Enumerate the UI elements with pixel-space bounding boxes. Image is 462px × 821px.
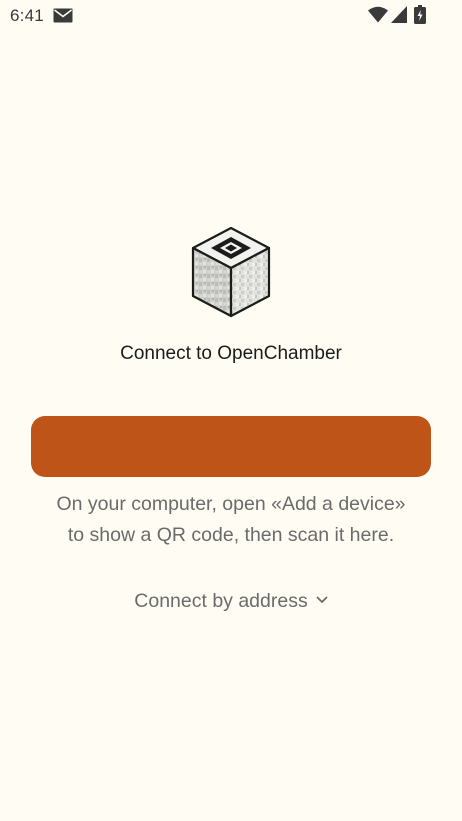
mail-icon — [53, 8, 73, 23]
instructions-line-1: On your computer, open «Add a device» — [56, 493, 406, 515]
signal-icon — [391, 6, 407, 23]
instructions-text: On your computer, open «Add a device» to… — [0, 489, 462, 551]
chevron-down-icon — [316, 596, 328, 603]
status-bar: 6:41 — [0, 0, 462, 32]
scan-qr-button[interactable] — [31, 416, 431, 477]
page-title: Connect to OpenChamber — [120, 343, 342, 364]
connect-by-address-toggle[interactable]: Connect by address — [0, 590, 462, 613]
connect-by-address-label: Connect by address — [134, 590, 308, 612]
wifi-icon — [368, 6, 388, 23]
openchamber-logo-icon — [191, 226, 271, 318]
battery-icon — [414, 5, 426, 24]
instructions-line-2: to show a QR code, then scan it here. — [67, 524, 395, 546]
status-time: 6:41 — [10, 6, 44, 25]
